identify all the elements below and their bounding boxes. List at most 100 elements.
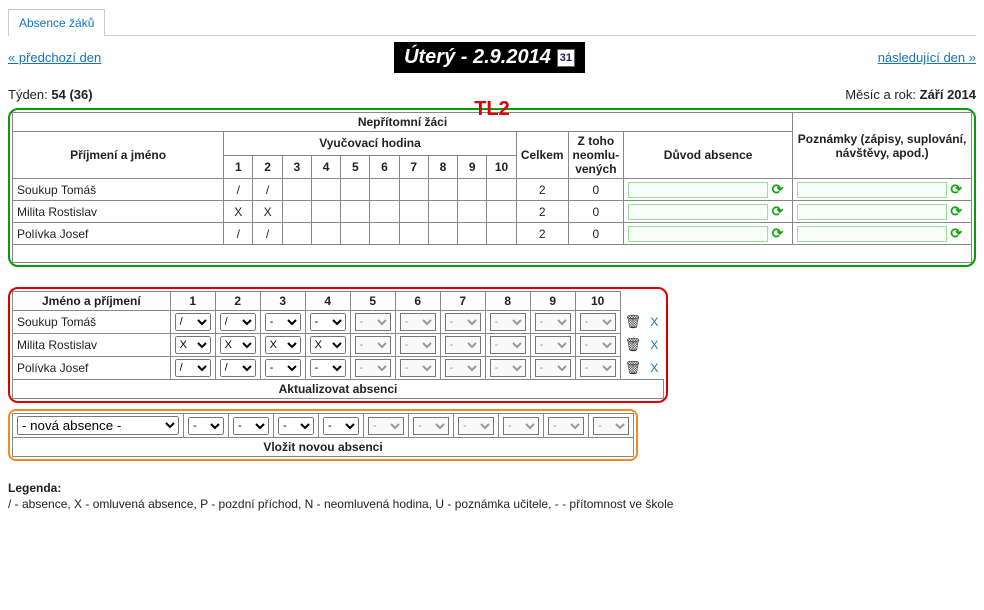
x-icon[interactable]: X — [650, 338, 658, 352]
period-select[interactable]: - — [278, 417, 314, 435]
period-select[interactable]: - — [458, 417, 494, 435]
period-select[interactable]: - — [400, 359, 436, 377]
trash-icon[interactable]: 🗑 — [625, 360, 642, 375]
period-select[interactable]: - — [445, 313, 481, 331]
period-cell — [458, 179, 487, 201]
insert-absence-button[interactable]: Vložit novou absenci — [13, 438, 634, 457]
refresh-icon[interactable]: ⟳ — [772, 203, 784, 219]
x-icon[interactable]: X — [650, 361, 658, 375]
period-select[interactable]: - — [535, 313, 571, 331]
table-row: Milita RostislavXX20 ⟳ ⟳ — [13, 201, 972, 223]
period-select[interactable]: / — [220, 359, 256, 377]
header-name: Jméno a příjmení — [13, 292, 171, 311]
period-select[interactable]: - — [593, 417, 629, 435]
period-select[interactable]: - — [310, 313, 346, 331]
reason-input[interactable] — [628, 204, 768, 220]
period-select[interactable]: - — [355, 313, 391, 331]
period-select[interactable]: X — [220, 336, 256, 354]
refresh-icon[interactable]: ⟳ — [950, 181, 962, 197]
period-select[interactable]: / — [175, 359, 211, 377]
period-select[interactable]: - — [535, 359, 571, 377]
table-row: Polívka Josef//--------🗑X — [13, 357, 664, 380]
period-cell — [428, 201, 457, 223]
period-select[interactable]: - — [503, 417, 539, 435]
period-cell — [370, 179, 399, 201]
period-cell — [487, 179, 517, 201]
period-select[interactable]: - — [580, 313, 616, 331]
notes-input[interactable] — [797, 182, 947, 198]
period-select[interactable]: - — [580, 359, 616, 377]
calendar-icon[interactable]: 31 — [557, 49, 575, 67]
period-select[interactable]: / — [175, 313, 211, 331]
period-select[interactable]: - — [490, 336, 526, 354]
period-select[interactable]: - — [413, 417, 449, 435]
period-cell — [399, 179, 428, 201]
reason-input[interactable] — [628, 226, 768, 242]
new-absence-name-select[interactable]: - nová absence - — [17, 416, 179, 435]
table-row: Milita RostislavXXXX------🗑X — [13, 334, 664, 357]
notes-input[interactable] — [797, 204, 947, 220]
header-period: 1 — [224, 155, 253, 179]
period-select[interactable]: - — [323, 417, 359, 435]
period-select[interactable]: - — [265, 313, 301, 331]
period-cell — [370, 223, 399, 245]
next-day-link[interactable]: následující den » — [878, 50, 976, 65]
period-select[interactable]: / — [220, 313, 256, 331]
month-info: Měsíc a rok: Září 2014 — [845, 87, 976, 102]
period-select[interactable]: - — [310, 359, 346, 377]
refresh-icon[interactable]: ⟳ — [950, 203, 962, 219]
refresh-icon[interactable]: ⟳ — [772, 225, 784, 241]
period-cell — [311, 201, 340, 223]
header-period: 8 — [428, 155, 457, 179]
period-select[interactable]: - — [400, 313, 436, 331]
prev-day-link[interactable]: « předchozí den — [8, 50, 101, 65]
header-period: 6 — [370, 155, 399, 179]
header-period: 9 — [530, 292, 575, 311]
period-select[interactable]: X — [175, 336, 211, 354]
header-unexcused: Z toho neomlu-vených — [568, 132, 624, 179]
refresh-icon[interactable]: ⟳ — [950, 225, 962, 241]
trash-icon[interactable]: 🗑 — [625, 314, 642, 329]
week-info: Týden: 54 (36) — [8, 87, 93, 102]
period-cell: / — [224, 179, 253, 201]
unexcused-cell: 0 — [568, 223, 624, 245]
period-cell — [282, 223, 311, 245]
period-select[interactable]: - — [368, 417, 404, 435]
period-select[interactable]: - — [490, 313, 526, 331]
period-cell — [399, 201, 428, 223]
period-select[interactable]: - — [355, 336, 391, 354]
header-period: 1 — [170, 292, 215, 311]
period-select[interactable]: - — [548, 417, 584, 435]
student-name: Soukup Tomáš — [13, 179, 224, 201]
x-icon[interactable]: X — [650, 315, 658, 329]
period-select[interactable]: - — [445, 359, 481, 377]
period-select[interactable]: X — [310, 336, 346, 354]
period-select[interactable]: - — [445, 336, 481, 354]
period-select[interactable]: - — [188, 417, 224, 435]
period-cell: X — [253, 201, 282, 223]
tab-absence[interactable]: Absence žáků — [8, 9, 105, 36]
table-row: - nová absence ----------- — [13, 414, 634, 438]
reason-input[interactable] — [628, 182, 768, 198]
update-absence-button[interactable]: Aktualizovat absenci — [13, 380, 664, 399]
student-name: Polívka Josef — [13, 357, 171, 380]
period-select[interactable]: - — [535, 336, 571, 354]
legend-text: / - absence, X - omluvená absence, P - p… — [8, 497, 976, 511]
notes-input[interactable] — [797, 226, 947, 242]
period-select[interactable]: - — [490, 359, 526, 377]
period-select[interactable]: - — [265, 359, 301, 377]
period-select[interactable]: - — [580, 336, 616, 354]
period-select[interactable]: X — [265, 336, 301, 354]
header-period: 4 — [311, 155, 340, 179]
period-cell — [428, 223, 457, 245]
header-period: 2 — [215, 292, 260, 311]
period-cell — [370, 201, 399, 223]
period-cell — [311, 223, 340, 245]
period-select[interactable]: - — [233, 417, 269, 435]
trash-icon[interactable]: 🗑 — [625, 337, 642, 352]
header-period: 3 — [282, 155, 311, 179]
refresh-icon[interactable]: ⟳ — [772, 181, 784, 197]
period-cell — [487, 201, 517, 223]
period-select[interactable]: - — [400, 336, 436, 354]
period-select[interactable]: - — [355, 359, 391, 377]
